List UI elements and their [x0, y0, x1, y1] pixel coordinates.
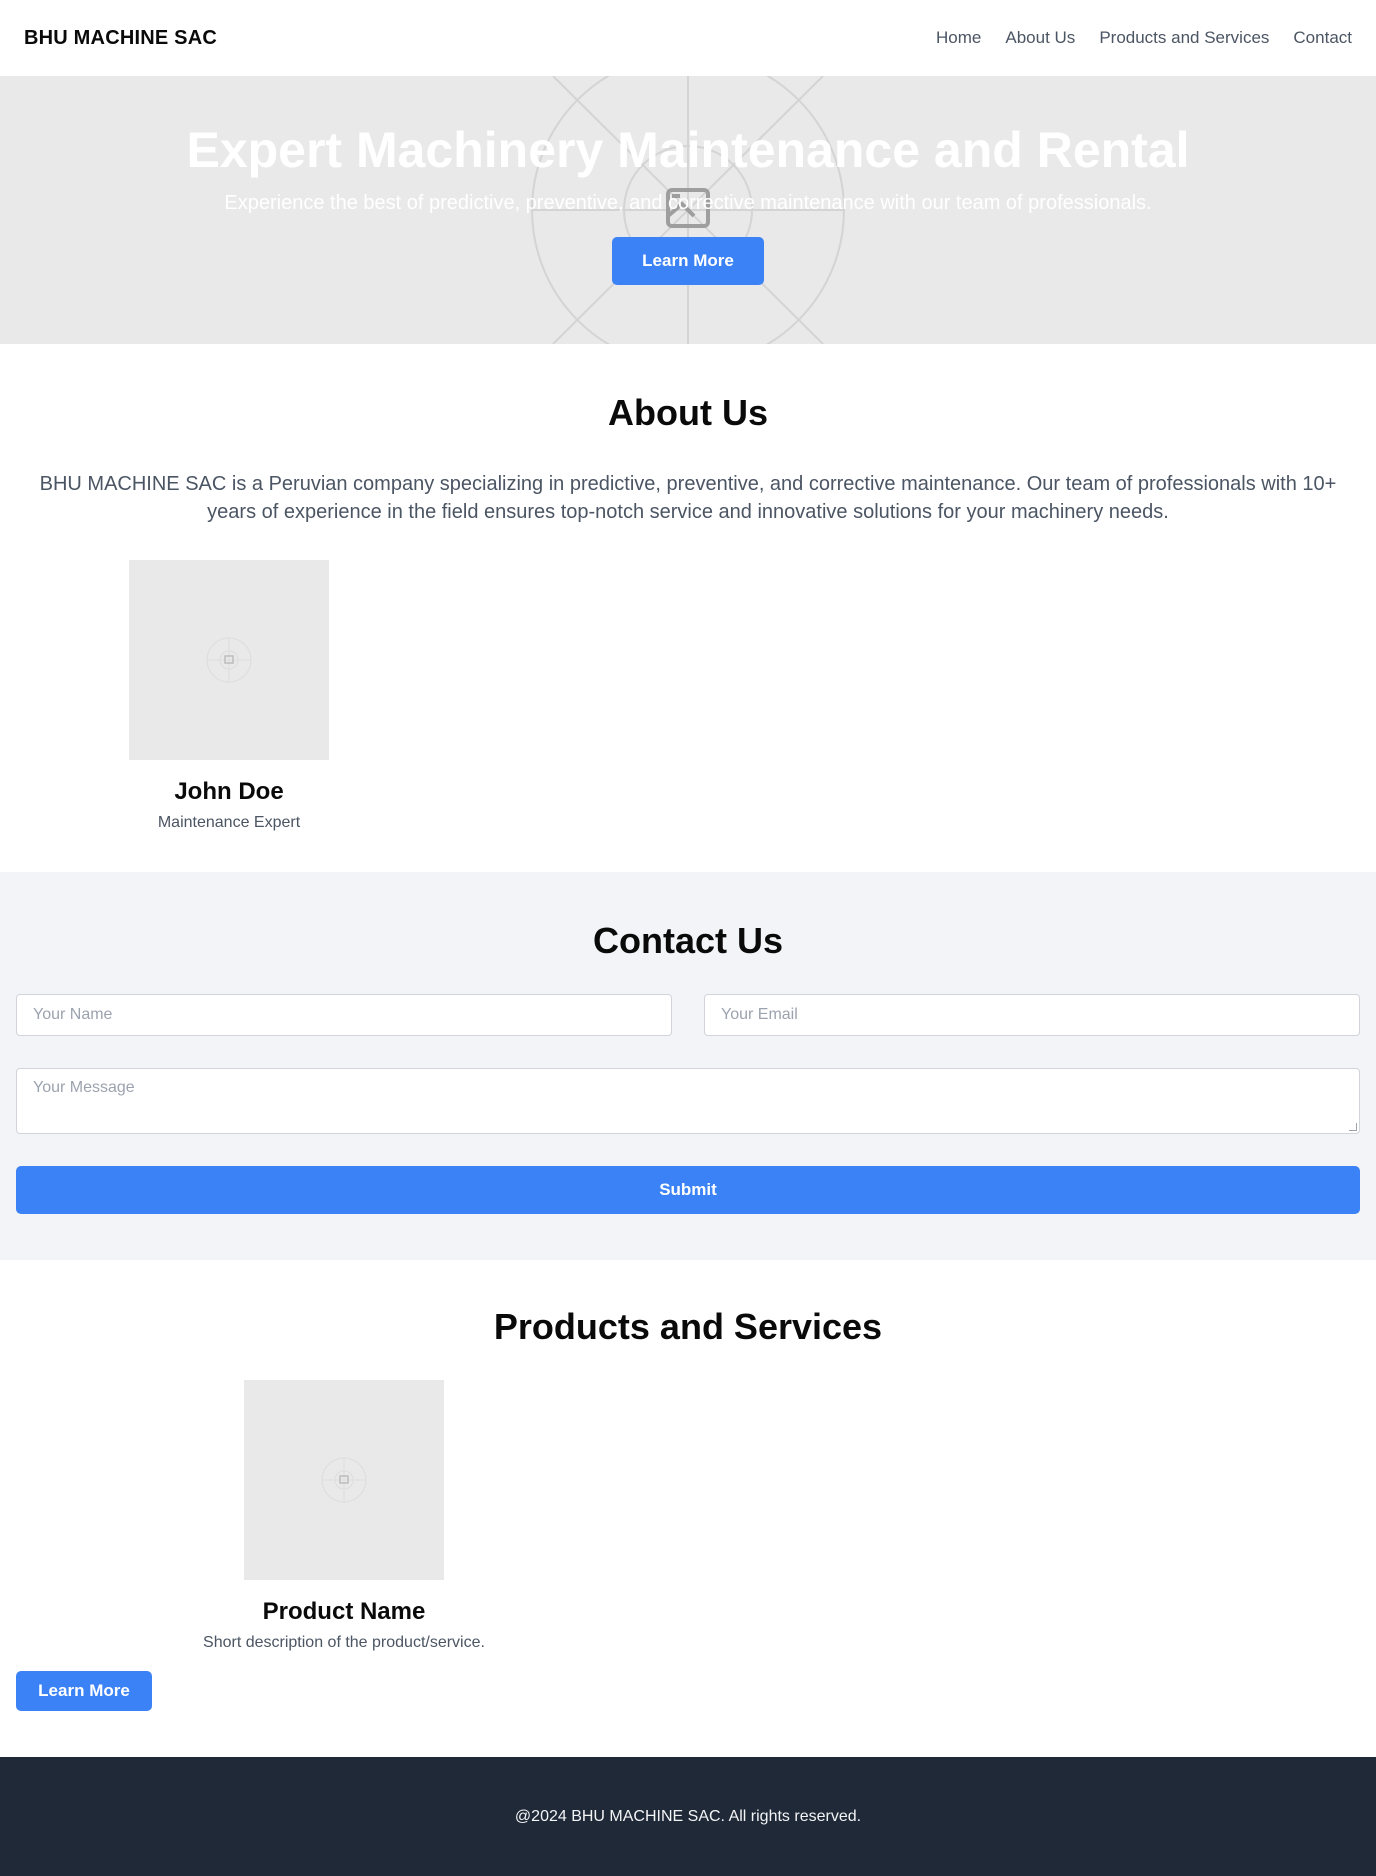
main-nav: Home About Us Products and Services Cont… [936, 28, 1352, 48]
hero-subtitle: Experience the best of predictive, preve… [224, 192, 1152, 214]
product-learn-more-button[interactable]: Learn More [16, 1671, 152, 1711]
team-photo-placeholder [129, 560, 329, 760]
nav-contact[interactable]: Contact [1293, 28, 1352, 48]
hero-learn-more-button[interactable]: Learn More [612, 237, 764, 285]
product-name: Product Name [262, 1598, 426, 1625]
resize-handle-icon[interactable] [1349, 1123, 1357, 1131]
nav-home[interactable]: Home [936, 28, 981, 48]
image-placeholder-icon [321, 1457, 367, 1503]
product-description: Short description of the product/service… [203, 1634, 485, 1651]
product-image-placeholder [244, 1380, 444, 1580]
about-title: About Us [608, 392, 768, 433]
team-member-role: Maintenance Expert [157, 814, 301, 831]
contact-form-row: Your Name Your Email [16, 994, 1360, 1036]
site-header: BHU MACHINE SAC Home About Us Products a… [0, 0, 1376, 76]
site-footer: @2024 BHU MACHINE SAC. All rights reserv… [0, 1757, 1376, 1876]
team-card: John Doe Maintenance Expert [129, 560, 329, 832]
team-member-name: John Doe [174, 778, 284, 805]
team-grid: John Doe Maintenance Expert [0, 526, 1376, 831]
product-card: Product Name Short description of the pr… [203, 1380, 485, 1652]
nav-about[interactable]: About Us [1005, 28, 1075, 48]
message-placeholder: Your Message [33, 1079, 135, 1096]
message-textarea[interactable]: Your Message [16, 1068, 1360, 1134]
about-text: BHU MACHINE SAC is a Peruvian company sp… [39, 473, 1337, 523]
image-placeholder-icon [206, 637, 252, 683]
contact-section: Contact Us Your Name Your Email Your Mes… [0, 872, 1376, 1260]
products-section: Products and Services Product Name Short… [0, 1260, 1376, 1757]
contact-title: Contact Us [592, 920, 784, 961]
about-section: About Us BHU MACHINE SAC is a Peruvian c… [0, 344, 1376, 872]
submit-button[interactable]: Submit [16, 1166, 1360, 1214]
nav-products[interactable]: Products and Services [1099, 28, 1269, 48]
hero-title: Expert Machinery Maintenance and Rental [186, 122, 1190, 178]
hero-section: Expert Machinery Maintenance and Rental … [0, 76, 1376, 344]
name-input[interactable]: Your Name [16, 994, 672, 1036]
products-title: Products and Services [493, 1306, 883, 1347]
brand-logo[interactable]: BHU MACHINE SAC [24, 27, 217, 50]
footer-copyright: @2024 BHU MACHINE SAC. All rights reserv… [514, 1808, 862, 1825]
email-input[interactable]: Your Email [704, 994, 1360, 1036]
